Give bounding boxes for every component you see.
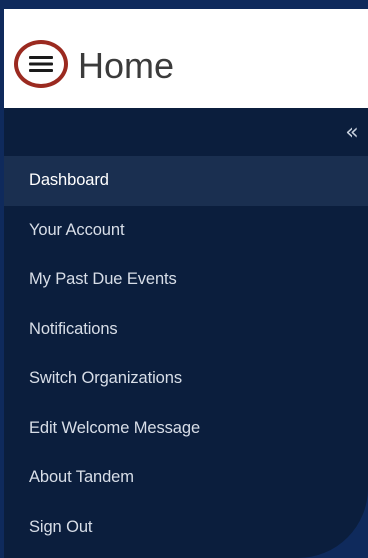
hamburger-icon (28, 54, 54, 74)
sidebar-item-label: Notifications (29, 319, 118, 338)
double-chevron-left-icon: « (345, 120, 359, 145)
sidebar-item-label: Dashboard (29, 171, 109, 190)
sidebar-item-about-tandem[interactable]: About Tandem (4, 453, 368, 503)
sidebar-item-switch-organizations[interactable]: Switch Organizations (4, 354, 368, 404)
menu-button[interactable] (14, 40, 68, 88)
collapse-sidebar-button[interactable]: « (342, 122, 362, 144)
sidebar-item-label: Sign Out (29, 517, 93, 536)
sidebar-item-edit-welcome-message[interactable]: Edit Welcome Message (4, 404, 368, 454)
app-frame: Home « Dashboard Your Account My Past Du… (0, 0, 368, 558)
sidebar-item-label: Your Account (29, 220, 125, 239)
sidebar-item-dashboard[interactable]: Dashboard (4, 156, 368, 206)
sidebar-item-notifications[interactable]: Notifications (4, 305, 368, 355)
sidebar-item-label: About Tandem (29, 468, 134, 487)
nav-list: Dashboard Your Account My Past Due Event… (4, 156, 368, 552)
header-bar: Home (4, 9, 368, 108)
sidebar-item-label: Switch Organizations (29, 369, 182, 388)
sidebar-item-your-account[interactable]: Your Account (4, 206, 368, 256)
sidebar-item-label: My Past Due Events (29, 270, 177, 289)
sidebar-item-my-past-due-events[interactable]: My Past Due Events (4, 255, 368, 305)
sidebar-item-label: Edit Welcome Message (29, 418, 201, 437)
sidebar-item-sign-out[interactable]: Sign Out (4, 503, 368, 553)
sidebar-menu: « Dashboard Your Account My Past Due Eve… (4, 108, 368, 558)
page-title: Home (78, 45, 175, 86)
